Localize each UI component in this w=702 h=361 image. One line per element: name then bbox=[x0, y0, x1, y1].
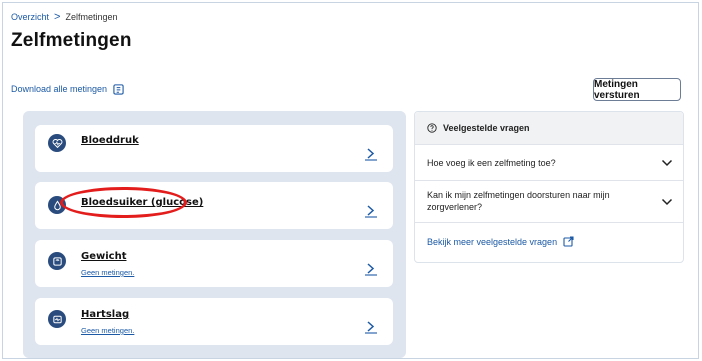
faq-more-link[interactable]: Bekijk meer veelgestelde vragen bbox=[427, 236, 574, 247]
faq-item[interactable]: Hoe voeg ik een zelfmeting toe? bbox=[415, 145, 683, 181]
faq-item[interactable]: Kan ik mijn zelfmetingen doorsturen naar… bbox=[415, 181, 683, 223]
faq-panel: Veelgestelde vragen Hoe voeg ik een zelf… bbox=[414, 111, 684, 263]
chevron-right-icon[interactable] bbox=[363, 204, 379, 218]
chevron-down-icon[interactable] bbox=[661, 198, 673, 206]
highlight-annotation-ellipse bbox=[60, 187, 187, 218]
heart-pulse-icon bbox=[48, 134, 66, 152]
download-all-link[interactable]: Download alle metingen bbox=[11, 83, 124, 95]
measurement-card-gewicht[interactable]: Gewicht Geen metingen. bbox=[35, 240, 393, 287]
scale-icon bbox=[48, 252, 66, 270]
measurement-title[interactable]: Gewicht bbox=[81, 251, 126, 262]
measurement-card-bloeddruk[interactable]: Bloeddruk bbox=[35, 125, 393, 172]
measurements-panel: Bloeddruk Bloedsuiker (glucose) Gewicht … bbox=[23, 111, 406, 358]
measurement-title[interactable]: Hartslag bbox=[81, 309, 129, 320]
faq-more-label: Bekijk meer veelgestelde vragen bbox=[427, 236, 558, 247]
download-all-label: Download alle metingen bbox=[11, 84, 108, 94]
external-link-icon bbox=[563, 236, 574, 247]
faq-question[interactable]: Kan ik mijn zelfmetingen doorsturen naar… bbox=[427, 189, 637, 213]
measurement-card-hartslag[interactable]: Hartslag Geen metingen. bbox=[35, 298, 393, 345]
faq-title: Veelgestelde vragen bbox=[443, 123, 530, 133]
breadcrumb: Overzicht > Zelfmetingen bbox=[11, 10, 118, 23]
heart-rate-monitor-icon bbox=[48, 310, 66, 328]
question-circle-icon bbox=[427, 123, 437, 133]
page-title: Zelfmetingen bbox=[11, 30, 132, 51]
send-measurements-button[interactable]: Metingen versturen bbox=[593, 78, 681, 101]
app-frame: Overzicht > Zelfmetingen Zelfmetingen Do… bbox=[2, 2, 699, 359]
chevron-right-icon[interactable] bbox=[363, 320, 379, 334]
faq-header: Veelgestelde vragen bbox=[415, 112, 683, 145]
chevron-right-icon[interactable] bbox=[363, 262, 379, 276]
faq-question[interactable]: Hoe voeg ik een zelfmeting toe? bbox=[427, 157, 637, 169]
chevron-down-icon[interactable] bbox=[661, 159, 673, 167]
download-icon bbox=[113, 84, 124, 95]
measurement-subtitle[interactable]: Geen metingen. bbox=[81, 268, 134, 277]
measurement-subtitle[interactable]: Geen metingen. bbox=[81, 326, 134, 335]
breadcrumb-overzicht-link[interactable]: Overzicht bbox=[11, 12, 49, 22]
chevron-right-icon[interactable] bbox=[363, 147, 379, 161]
measurement-title[interactable]: Bloeddruk bbox=[81, 135, 139, 146]
breadcrumb-current: Zelfmetingen bbox=[65, 12, 118, 22]
breadcrumb-separator: > bbox=[54, 10, 61, 23]
